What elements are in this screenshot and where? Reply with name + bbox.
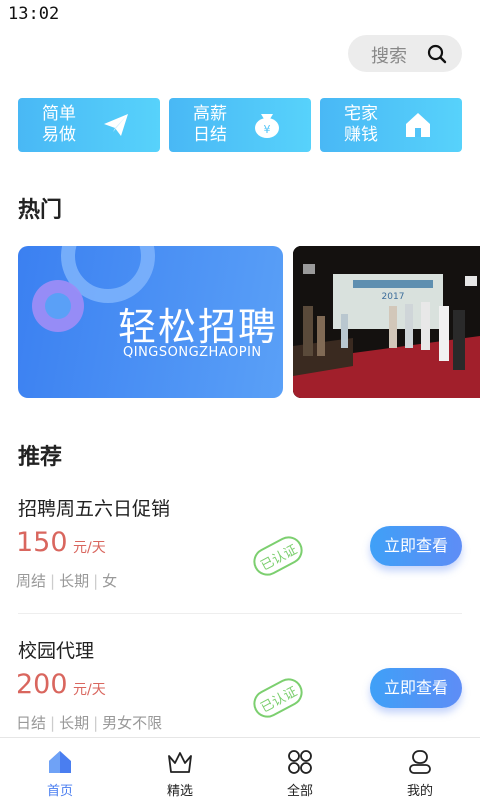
job-tags: 日结 | 长期 | 男女不限 [16,712,162,733]
tab-label: 全部 [286,784,313,799]
job-tag: 女 [102,572,118,590]
tag-separator: | [50,714,56,732]
tab-all[interactable]: 全部 [260,738,340,800]
job-price: 150 [16,527,68,558]
job-name: 校园代理 [18,640,95,662]
verified-stamp: 已认证 [253,678,303,718]
recommend-section-title: 推荐 [18,445,63,470]
tag-separator: | [93,572,99,590]
job-tags: 周结 | 长期 | 女 [16,570,117,591]
job-price-unit: 元/天 [73,682,106,698]
quick-action-label: 宅家 赚钱 [344,104,384,146]
home-tab-icon [49,751,71,773]
status-time: 13:02 [8,4,60,24]
tab-label: 首页 [46,784,73,799]
quick-action-high-pay[interactable]: 高薪 日结 ¥ [169,98,311,152]
tag-separator: | [50,572,56,590]
job-price-unit: 元/天 [73,540,106,556]
tab-home[interactable]: 首页 [20,738,100,800]
quick-action-line2: 赚钱 [344,125,378,145]
tab-label: 精选 [166,784,193,799]
tag-separator: | [93,714,99,732]
job-tag: 长期 [59,572,90,590]
tab-label: 我的 [406,784,433,799]
divider [18,613,462,614]
verified-stamp: 已认证 [253,536,303,576]
bottom-tab-bar: 首页 精选 全部 我的 [0,737,480,800]
tab-featured[interactable]: 精选 [140,738,220,800]
status-bar: 13:02 [0,0,480,28]
crown-icon [168,752,192,773]
job-card[interactable]: 招聘周五六日促销 150 元/天 周结 | 长期 | 女 已认证 立即查看 [0,494,480,628]
search-label: 搜索 [371,46,407,67]
job-tag: 长期 [59,714,90,732]
job-tag: 男女不限 [102,714,163,732]
quick-action-label: 高薪 日结 [193,104,233,146]
tab-mine[interactable]: 我的 [380,738,460,800]
quick-action-line1: 宅家 [344,104,378,124]
banner-easy-recruit[interactable]: 轻松招聘 QINGSONGZHAOPIN [18,246,283,398]
job-tag: 周结 [16,572,47,590]
money-bag-icon: ¥ [255,114,279,138]
quick-action-line2: 日结 [193,125,227,145]
quick-action-home-earn[interactable]: 宅家 赚钱 [320,98,462,152]
job-name: 招聘周五六日促销 [18,498,171,520]
banner-title: 轻松招聘 [118,305,279,349]
event-photo[interactable]: 2017 [293,246,480,398]
quick-action-line2: 易做 [42,125,76,145]
paper-plane-icon [104,114,128,136]
user-icon [409,750,431,774]
all-grid-icon [288,750,312,774]
hot-section-title: 热门 [18,198,63,223]
job-tag: 日结 [16,714,47,732]
event-photo-image: 2017 [293,246,480,398]
event-sign-text: 2017 [382,292,405,302]
search-input[interactable]: 搜索 [348,35,462,72]
banner-subtitle: QINGSONGZHAOPIN [123,345,262,360]
view-now-button[interactable]: 立即查看 [370,668,462,708]
home-icon [406,113,430,137]
quick-action-line1: 高薪 [193,104,227,124]
svg-text:¥: ¥ [264,123,271,136]
view-now-button[interactable]: 立即查看 [370,526,462,566]
search-icon [427,44,447,64]
quick-action-easy[interactable]: 简单 易做 [18,98,160,152]
quick-action-line1: 简单 [42,104,76,124]
quick-action-label: 简单 易做 [42,104,82,146]
job-price: 200 [16,669,68,700]
